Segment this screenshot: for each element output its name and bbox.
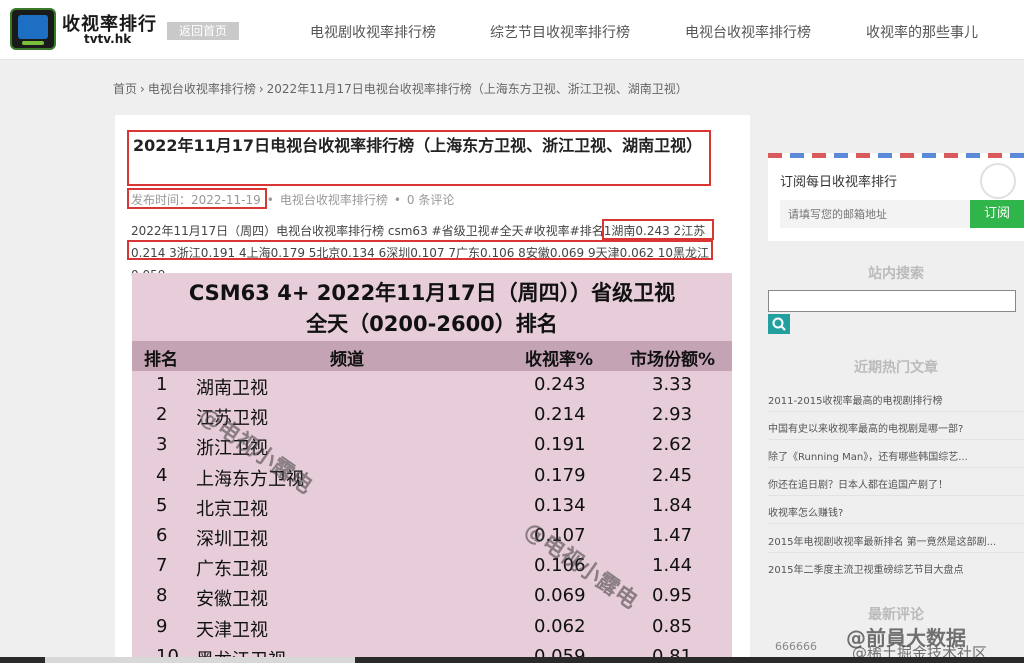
tv-screen bbox=[18, 15, 48, 39]
table-row: 1 湖南卫视 0.243 3.33 bbox=[132, 372, 732, 402]
breadcrumb-home[interactable]: 首页 bbox=[113, 82, 137, 96]
hot-article-link[interactable]: 收视率怎么赚钱? bbox=[768, 504, 843, 519]
email-field[interactable] bbox=[780, 200, 970, 228]
bottom-bar-segment bbox=[45, 657, 355, 663]
hot-article-link[interactable]: 你还在追日剧？日本人都在追国产剧了！ bbox=[768, 476, 948, 491]
recent-comments-heading: 最新评论 bbox=[868, 607, 924, 623]
article-title: 2022年11月17日电视台收视率排行榜（上海东方卫视、浙江卫视、湖南卫视） bbox=[133, 136, 703, 155]
column-header-rating: 收视率% bbox=[525, 350, 594, 370]
rank-cell: 5 bbox=[156, 494, 168, 516]
airmail-stripe bbox=[768, 153, 1024, 158]
rank-cell: 3 bbox=[156, 434, 168, 456]
hot-article-link[interactable]: 除了《Running Man》，还有哪些韩国综艺... bbox=[768, 448, 968, 463]
share-cell: 1.44 bbox=[652, 555, 693, 577]
share-cell: 2.45 bbox=[652, 464, 693, 486]
site-logo-domain: tvtv.hk bbox=[84, 32, 132, 46]
rank-cell: 6 bbox=[156, 525, 168, 546]
breadcrumb: 首页 › 电视台收视率排行榜 › 2022年11月17日电视台收视率排行榜（上海东方卫视… bbox=[113, 82, 688, 96]
rating-cell: 0.062 bbox=[534, 615, 586, 637]
tv-logo-icon[interactable] bbox=[10, 8, 56, 50]
rating-cell: 0.069 bbox=[534, 585, 586, 607]
summary-top-ranks: 1湖南0.243 2江苏 bbox=[603, 224, 706, 238]
hot-articles-heading: 近期热门文章 bbox=[854, 360, 938, 376]
share-cell: 0.95 bbox=[652, 585, 693, 607]
rating-cell: 0.179 bbox=[534, 464, 586, 486]
channel-cell: 安徽卫视 bbox=[196, 589, 268, 611]
channel-cell: 深圳卫视 bbox=[196, 529, 268, 550]
hot-article-link[interactable]: 2015年电视剧收视率最新排名 第一竟然是这部剧... bbox=[768, 533, 996, 548]
ranking-table-image: CSM63 4+ 2022年11月17日（周四））省级卫视 全天（0200-26… bbox=[132, 273, 732, 663]
bottom-bar bbox=[0, 657, 1024, 663]
summary-prefix: 2022年11月17日（周四）电视台收视率排行榜 csm63 #省级卫视#全天#… bbox=[131, 224, 604, 238]
site-header: 收视率排行 tvtv.hk 返回首页 电视剧收视率排行榜 综艺节目收视率排行榜 … bbox=[0, 0, 1024, 60]
rank-cell: 4 bbox=[156, 464, 168, 486]
rank-cell: 2 bbox=[156, 404, 168, 426]
divider bbox=[768, 439, 1024, 440]
hot-article-link[interactable]: 中国有史以来收视率最高的电视剧是哪一部? bbox=[768, 420, 963, 435]
channel-cell: 湖南卫视 bbox=[196, 378, 268, 399]
hot-article-link[interactable]: 2015年二季度主流卫视重磅综艺节目大盘点 bbox=[768, 561, 963, 576]
share-cell: 0.85 bbox=[652, 615, 693, 637]
search-icon bbox=[772, 317, 786, 331]
table-row: 6 深圳卫视 0.107 1.47 bbox=[132, 523, 732, 553]
divider bbox=[768, 552, 1024, 553]
table-row: 9 天津卫视 0.062 0.85 bbox=[132, 614, 732, 644]
nav-item-channel-ratings[interactable]: 电视台收视率排行榜 bbox=[685, 22, 811, 42]
ranking-table-header: 排名 频道 收视率% 市场份额% bbox=[132, 341, 732, 371]
rank-cell: 1 bbox=[156, 374, 168, 395]
back-home-button[interactable]: 返回首页 bbox=[167, 22, 239, 40]
nav-item-variety-ratings[interactable]: 综艺节目收视率排行榜 bbox=[490, 22, 630, 42]
share-cell: 2.93 bbox=[652, 404, 693, 426]
subscribe-widget: 订阅每日收视率排行 订阅 bbox=[768, 153, 1024, 241]
share-cell: 3.33 bbox=[652, 374, 693, 395]
rating-cell: 0.191 bbox=[534, 434, 586, 456]
rating-cell: 0.243 bbox=[534, 374, 586, 395]
hot-article-link[interactable]: 2011-2015收视率最高的电视剧排行榜 bbox=[768, 392, 943, 407]
column-header-channel: 频道 bbox=[330, 350, 364, 370]
rank-cell: 8 bbox=[156, 585, 168, 607]
rank-cell: 7 bbox=[156, 555, 168, 577]
table-row: 7 广东卫视 0.106 1.44 bbox=[132, 553, 732, 583]
comment-count-link[interactable]: 0 条评论 bbox=[407, 193, 454, 207]
ranking-image-heading: CSM63 4+ 2022年11月17日（周四））省级卫视 bbox=[188, 281, 676, 305]
table-row: 5 北京卫视 0.134 1.84 bbox=[132, 493, 732, 523]
column-header-rank: 排名 bbox=[144, 350, 178, 370]
search-input[interactable] bbox=[768, 290, 1016, 312]
channel-cell: 天津卫视 bbox=[196, 619, 268, 641]
tv-stand bbox=[22, 41, 44, 45]
subscribe-button[interactable]: 订阅 bbox=[970, 200, 1024, 228]
publish-date: 发布时间：2022-11-19 bbox=[131, 193, 261, 207]
ranking-image-subheading: 全天（0200-2600）排名 bbox=[306, 312, 558, 336]
subscribe-title: 订阅每日收视率排行 bbox=[780, 175, 898, 190]
search-button[interactable] bbox=[768, 314, 790, 334]
article-card: 2022年11月17日电视台收视率排行榜（上海东方卫视、浙江卫视、湖南卫视） 发… bbox=[115, 115, 750, 663]
breadcrumb-current: 2022年11月17日电视台收视率排行榜（上海东方卫视、浙江卫视、湖南卫视） bbox=[266, 82, 688, 96]
article-meta: 发布时间：2022-11-19 • 电视台收视率排行榜 • 0 条评论 bbox=[131, 193, 455, 207]
share-cell: 1.47 bbox=[652, 525, 693, 546]
divider bbox=[768, 495, 1024, 496]
nav-item-ratings-stories[interactable]: 收视率的那些事儿 bbox=[866, 22, 978, 42]
share-cell: 1.84 bbox=[652, 494, 693, 516]
nav-item-drama-ratings[interactable]: 电视剧收视率排行榜 bbox=[310, 22, 436, 42]
divider bbox=[768, 467, 1024, 468]
search-heading: 站内搜索 bbox=[868, 266, 924, 282]
comment-author[interactable]: 666666 bbox=[775, 640, 817, 653]
meta-category-link[interactable]: 电视台收视率排行榜 bbox=[280, 193, 388, 207]
divider bbox=[768, 411, 1024, 412]
rating-cell: 0.214 bbox=[534, 404, 586, 426]
stamp-icon bbox=[980, 163, 1016, 199]
channel-cell: 广东卫视 bbox=[196, 559, 268, 581]
share-cell: 2.62 bbox=[652, 434, 693, 456]
channel-cell: 北京卫视 bbox=[196, 498, 268, 520]
divider bbox=[768, 523, 1024, 524]
table-row: 4 上海东方卫视 0.179 2.45 bbox=[132, 463, 732, 493]
rating-cell: 0.134 bbox=[534, 494, 586, 516]
breadcrumb-category[interactable]: 电视台收视率排行榜 bbox=[148, 82, 256, 96]
rank-cell: 9 bbox=[156, 615, 168, 637]
column-header-share: 市场份额% bbox=[630, 350, 716, 370]
